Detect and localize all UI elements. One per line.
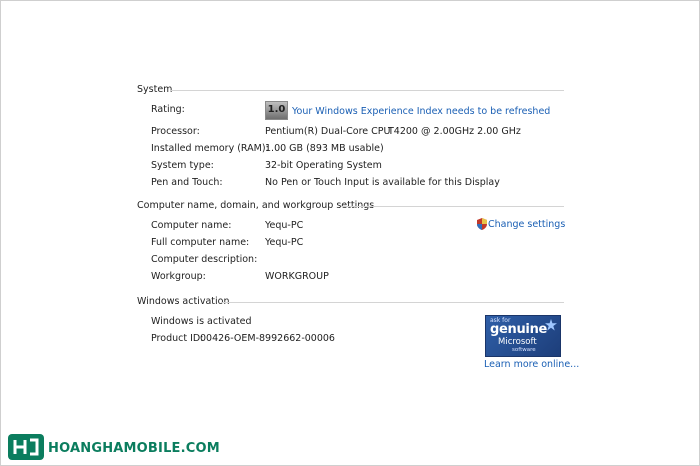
full-computer-name-label: Full computer name: [151,237,250,248]
system-type-value: 32-bit Operating System [265,160,382,171]
rating-label: Rating: [151,104,185,115]
uac-shield-icon [477,218,487,230]
change-settings-link[interactable]: Change settings [488,219,565,230]
activation-status: Windows is activated [151,316,252,327]
section-divider [341,206,564,207]
experience-index-badge[interactable]: 1.0 [265,101,288,120]
system-type-label: System type: [151,160,214,171]
section-divider [170,90,564,91]
computer-name-label: Computer name: [151,220,232,231]
processor-label: Processor: [151,126,200,137]
product-id-label: Product ID: [151,333,204,344]
genuine-star-icon [545,319,557,331]
computer-section-title: Computer name, domain, and workgroup set… [137,200,375,211]
workgroup-label: Workgroup: [151,271,206,282]
hoangha-watermark-text: HOANGHAMOBILE.COM [48,441,220,456]
activation-section-title: Windows activation [137,296,230,307]
experience-index-link[interactable]: Your Windows Experience Index needs to b… [292,106,550,117]
genuine-microsoft-text: Microsoft [498,337,537,347]
pen-touch-label: Pen and Touch: [151,177,223,188]
genuine-microsoft-badge[interactable]: ask for genuine Microsoft software [485,315,561,357]
full-computer-name-value: Yequ-PC [265,237,304,248]
product-id-value: 00426-OEM-8992662-00006 [200,333,335,344]
learn-more-link[interactable]: Learn more online... [484,359,579,370]
experience-index-score: 1.0 [267,104,286,115]
window-frame [0,0,700,466]
system-section-title: System [137,84,173,95]
memory-value: 1.00 GB (893 MB usable) [265,143,384,154]
genuine-software-text: software [512,347,536,353]
memory-label: Installed memory (RAM): [151,143,269,154]
processor-value: Pentium(R) Dual-Core CPU [265,126,391,137]
workgroup-value: WORKGROUP [265,271,329,282]
genuine-big-text: genuine [490,322,548,337]
computer-name-value: Yequ-PC [265,220,304,231]
computer-description-label: Computer description: [151,254,258,265]
hoangha-logo-icon [8,434,44,460]
section-divider [221,302,564,303]
pen-touch-value: No Pen or Touch Input is available for t… [265,177,500,188]
processor-model: T4200 @ 2.00GHz 2.00 GHz [388,126,521,137]
